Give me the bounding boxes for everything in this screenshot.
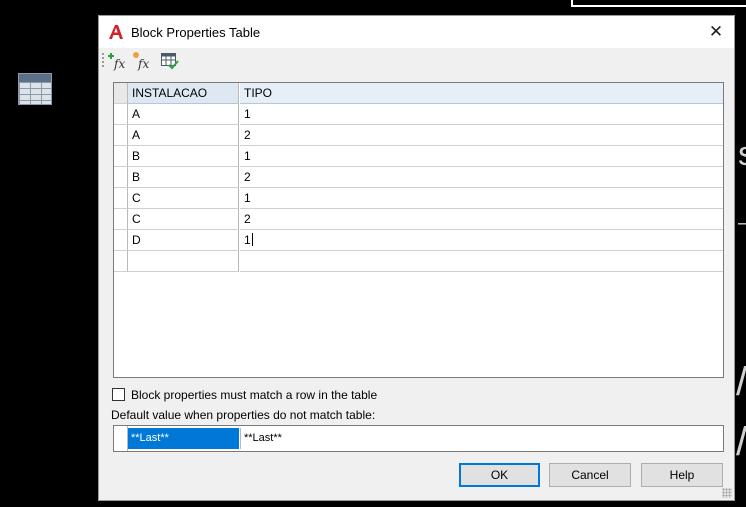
background-drawing-glyph: / — [736, 420, 746, 465]
block-properties-table-dialog: Block Properties Table ✕ fx fx INSTALACA… — [98, 15, 735, 501]
background-drawing-glyph: s — [738, 135, 746, 174]
row-header[interactable] — [114, 188, 128, 209]
fx-add-icon: fx — [108, 51, 128, 71]
toolbar: fx fx — [99, 50, 734, 72]
table-check-icon — [160, 51, 180, 71]
toolbar-grip — [102, 53, 106, 67]
table-cell-instalacao[interactable]: A — [128, 104, 239, 125]
dialog-title: Block Properties Table — [131, 25, 261, 40]
row-header[interactable] — [114, 104, 128, 125]
table-cell-tipo[interactable] — [240, 251, 723, 272]
default-value-row: **Last** **Last** — [113, 425, 724, 452]
text-caret — [251, 233, 253, 246]
table-cell-instalacao[interactable]: B — [128, 146, 239, 167]
autocad-logo-icon — [108, 24, 124, 40]
svg-text:fx: fx — [137, 57, 149, 71]
table-cell-tipo[interactable]: 1 — [240, 188, 723, 209]
table-cell-tipo[interactable]: 1 — [240, 104, 723, 125]
table-cell-instalacao[interactable]: C — [128, 188, 239, 209]
row-header-corner — [114, 83, 128, 104]
table-row: C 1 — [114, 188, 723, 209]
add-properties-button[interactable]: fx — [132, 51, 152, 71]
ok-button[interactable]: OK — [459, 463, 540, 487]
table-cell-tipo-editing[interactable]: 1 — [240, 230, 723, 251]
default-cell-instalacao[interactable]: **Last** — [128, 428, 239, 449]
help-button[interactable]: Help — [641, 463, 723, 487]
table-row: B 1 — [114, 146, 723, 167]
table-icon — [18, 73, 52, 105]
must-match-checkbox[interactable] — [112, 388, 125, 401]
title-bar: Block Properties Table ✕ — [99, 16, 734, 48]
default-cell-tipo[interactable]: **Last** — [240, 428, 723, 449]
table-header-row: INSTALACAO TIPO — [114, 83, 723, 104]
table-cell-instalacao[interactable]: C — [128, 209, 239, 230]
table-cell-instalacao[interactable]: B — [128, 167, 239, 188]
cancel-button[interactable]: Cancel — [549, 463, 631, 487]
table-row: D 1 — [114, 230, 723, 251]
table-cell-tipo[interactable]: 2 — [240, 167, 723, 188]
properties-table: INSTALACAO TIPO A 1 A 2 B 1 B 2 C 1 C 2 … — [113, 82, 724, 378]
must-match-label[interactable]: Block properties must match a row in the… — [131, 387, 377, 403]
table-cell-tipo[interactable]: 2 — [240, 209, 723, 230]
resize-grip[interactable] — [722, 488, 732, 498]
table-row: C 2 — [114, 209, 723, 230]
close-button[interactable]: ✕ — [706, 22, 726, 42]
background-drawing-glyph: / — [736, 360, 746, 405]
row-header[interactable] — [114, 167, 128, 188]
row-header[interactable] — [114, 251, 128, 272]
table-cell-instalacao[interactable]: A — [128, 125, 239, 146]
audit-button[interactable] — [160, 51, 180, 71]
drawing-frame — [571, 0, 746, 7]
svg-text:fx: fx — [113, 57, 125, 71]
default-value-label: Default value when properties do not mat… — [111, 408, 376, 422]
row-header[interactable] — [114, 230, 128, 251]
fx-star-icon: fx — [132, 51, 152, 71]
background-drawing-glyph: – — [738, 212, 746, 235]
column-header-tipo[interactable]: TIPO — [240, 83, 723, 104]
table-cell-tipo[interactable]: 1 — [240, 146, 723, 167]
row-header[interactable] — [114, 146, 128, 167]
table-row: A 2 — [114, 125, 723, 146]
table-cell-instalacao[interactable]: D — [128, 230, 239, 251]
row-header[interactable] — [114, 209, 128, 230]
table-cell-tipo[interactable]: 2 — [240, 125, 723, 146]
cell-text: 1 — [244, 233, 251, 247]
table-row: A 1 — [114, 104, 723, 125]
column-header-instalacao[interactable]: INSTALACAO — [128, 83, 239, 104]
table-row: B 2 — [114, 167, 723, 188]
table-row-new — [114, 251, 723, 272]
row-header[interactable] — [114, 125, 128, 146]
row-header — [114, 426, 128, 451]
table-cell-instalacao[interactable] — [128, 251, 239, 272]
new-property-parameter-button[interactable]: fx — [108, 51, 128, 71]
